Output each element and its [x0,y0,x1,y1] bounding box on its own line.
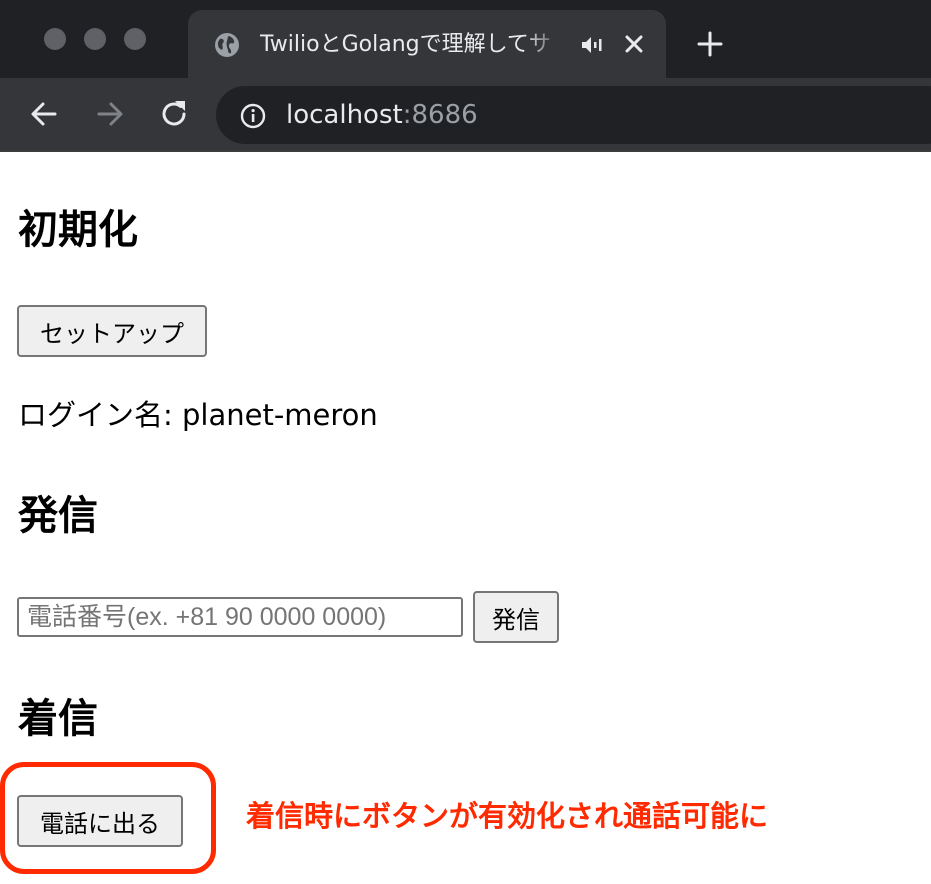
url-port: :8686 [402,100,478,130]
tab-title: TwilioとGolangで理解してサ [260,32,551,57]
incoming-heading: 着信 [18,696,98,742]
phone-number-input[interactable] [17,597,463,637]
browser-tab-active[interactable]: TwilioとGolangで理解してサ [188,10,666,78]
outgoing-heading: 発信 [18,493,98,539]
setup-button[interactable]: セットアップ [17,305,207,357]
browser-tab-bar: TwilioとGolangで理解してサ [0,0,931,78]
reload-icon[interactable] [158,98,190,130]
init-heading: 初期化 [18,207,138,253]
window-minimize-dot[interactable] [84,28,106,50]
url-host: localhost [286,100,403,130]
forward-arrow-icon[interactable] [94,98,126,130]
back-arrow-icon[interactable] [28,98,60,130]
plus-icon[interactable] [696,30,724,58]
call-button[interactable]: 発信 [473,591,559,643]
browser-toolbar: localhost:8686 [0,78,931,150]
chrome-divider [0,150,931,152]
close-icon[interactable] [622,32,646,56]
address-bar[interactable]: localhost:8686 [216,86,931,144]
globe-icon [215,33,239,57]
url-text[interactable]: localhost:8686 [286,98,478,132]
info-icon[interactable] [240,103,266,129]
annotation-text: 着信時にボタンが有効化され通話可能に [246,799,769,833]
window-maximize-dot[interactable] [124,28,146,50]
annotation-highlight-box [0,762,216,874]
window-close-dot[interactable] [44,28,66,50]
speaker-icon[interactable] [580,34,606,56]
login-name-label: ログイン名: planet-meron [18,398,378,432]
tab-title-fade [524,30,564,60]
